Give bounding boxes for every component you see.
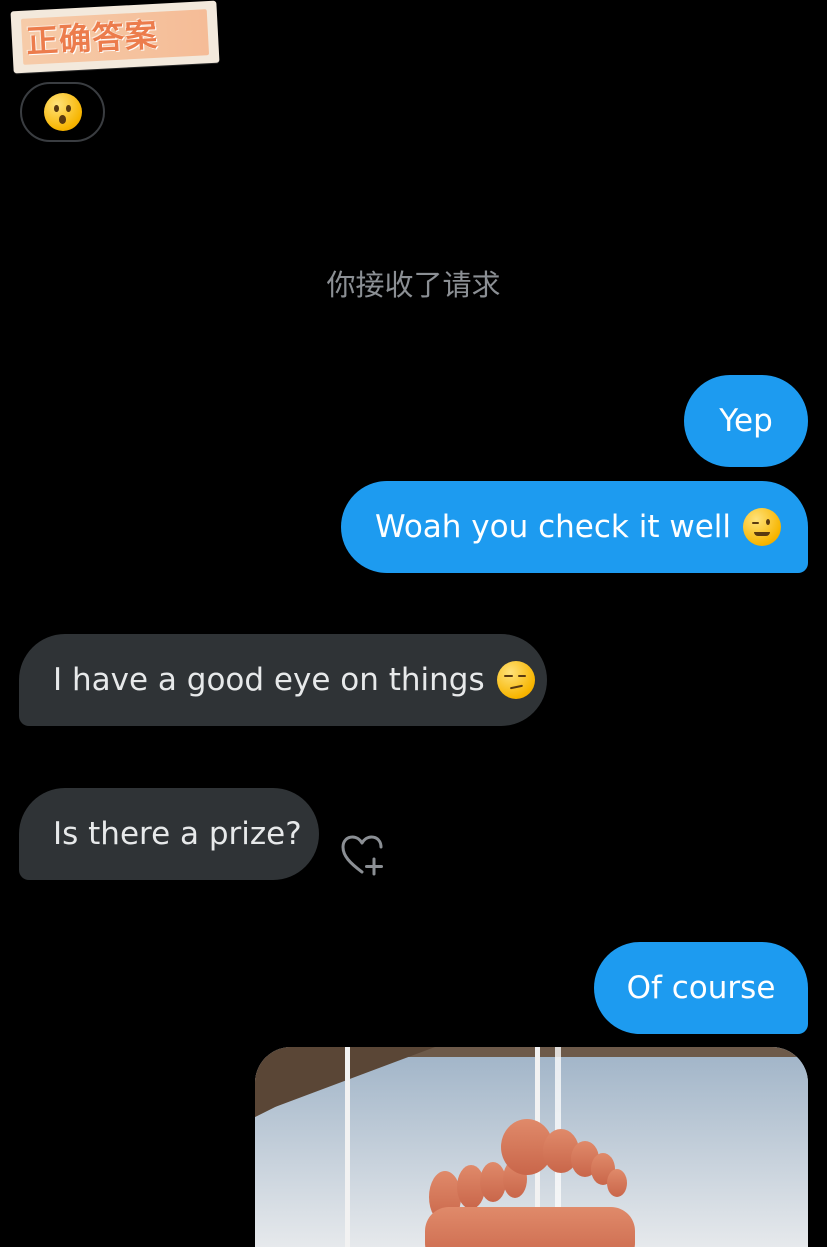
message-text: I have a good eye on things (53, 661, 485, 698)
hushed-face-icon (43, 93, 82, 131)
smirking-face-icon (496, 661, 535, 699)
photo-content (255, 1047, 808, 1247)
winking-face-icon (743, 508, 782, 546)
message-text: Is there a prize? (53, 815, 302, 852)
reaction-pill[interactable] (20, 82, 105, 142)
sticker-text: 正确答案 (25, 15, 159, 61)
message-bubble-received[interactable]: Is there a prize? (19, 788, 319, 880)
message-bubble-sent[interactable]: Yep (684, 375, 808, 467)
message-bubble-sent[interactable]: Of course (594, 942, 808, 1034)
answer-sticker: 正确答案 (10, 0, 220, 74)
message-bubble-received[interactable]: I have a good eye on things (19, 634, 547, 726)
message-text: Of course (626, 969, 776, 1006)
heart-plus-icon[interactable] (340, 834, 386, 876)
message-bubble-sent[interactable]: Woah you check it well (341, 481, 808, 573)
message-text: Woah you check it well (375, 508, 732, 545)
message-text: Yep (719, 402, 773, 439)
system-message: 你接收了请求 (326, 268, 501, 302)
image-attachment[interactable] (255, 1047, 808, 1247)
